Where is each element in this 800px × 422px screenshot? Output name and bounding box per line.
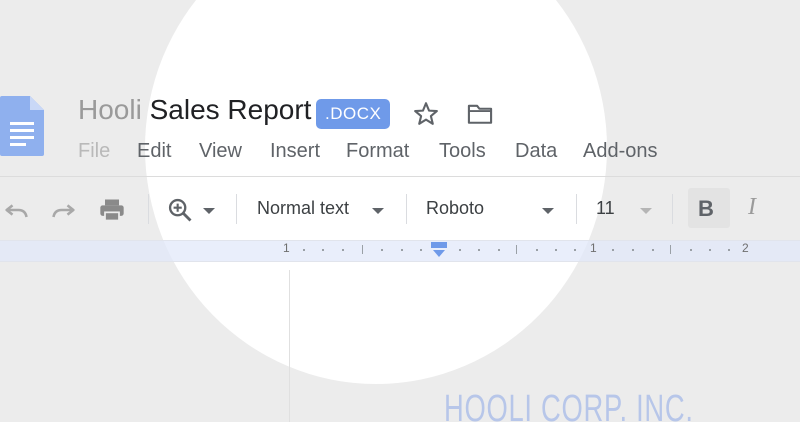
zoom-in-icon[interactable] <box>166 196 194 224</box>
menu-tools[interactable]: Tools <box>439 140 486 164</box>
ruler-dot <box>612 249 614 251</box>
redo-icon[interactable] <box>50 196 78 224</box>
horizontal-ruler[interactable] <box>0 240 800 262</box>
menu-file[interactable]: File <box>78 140 110 164</box>
menu-insert[interactable]: Insert <box>270 140 320 164</box>
zoom-dropdown-caret[interactable] <box>203 208 215 214</box>
toolbar-divider <box>0 176 800 177</box>
ruler-dot <box>401 249 403 251</box>
toolbar-separator <box>406 194 407 224</box>
ruler-dot <box>459 249 461 251</box>
menu-format[interactable]: Format <box>346 140 409 164</box>
star-outline-icon[interactable] <box>412 100 440 128</box>
ruler-label: 1 <box>283 241 290 255</box>
file-format-badge: .DOCX <box>316 99 391 129</box>
bold-label: B <box>698 196 714 221</box>
menu-edit[interactable]: Edit <box>137 140 171 164</box>
ruler-tick <box>516 245 517 254</box>
menu-data[interactable]: Data <box>515 140 557 164</box>
ruler-dot <box>381 249 383 251</box>
title-main: Sales Report <box>149 94 312 125</box>
ruler-dot <box>342 249 344 251</box>
undo-icon[interactable] <box>2 196 30 224</box>
folder-icon[interactable] <box>466 100 494 128</box>
size-dropdown-caret[interactable] <box>640 208 652 214</box>
ruler-label: 2 <box>742 241 749 255</box>
title-prefix: Hooli <box>78 94 142 125</box>
ruler-label: 1 <box>590 241 597 255</box>
ruler-dot <box>498 249 500 251</box>
toolbar-separator <box>148 194 149 224</box>
ruler-dot <box>709 249 711 251</box>
ruler-dot <box>555 249 557 251</box>
ruler-tick <box>362 245 363 254</box>
ruler-dot <box>574 249 576 251</box>
menu-view[interactable]: View <box>199 140 242 164</box>
docs-file-icon[interactable] <box>0 96 44 156</box>
ruler-tick <box>670 245 671 254</box>
ruler-dot <box>478 249 480 251</box>
ruler-dot <box>420 249 422 251</box>
font-dropdown-caret[interactable] <box>542 208 554 214</box>
ruler-dot <box>632 249 634 251</box>
print-icon[interactable] <box>98 196 126 224</box>
left-indent-marker[interactable] <box>431 242 447 248</box>
style-dropdown-caret[interactable] <box>372 208 384 214</box>
document-heading: HOOLI CORP. INC. <box>444 388 694 422</box>
ruler-dot <box>690 249 692 251</box>
toolbar-separator <box>672 194 673 224</box>
first-line-indent-marker[interactable] <box>433 250 445 257</box>
ruler-dot <box>652 249 654 251</box>
menu-add-ons[interactable]: Add-ons <box>583 140 658 164</box>
italic-button[interactable]: I <box>748 194 756 221</box>
toolbar-separator <box>236 194 237 224</box>
toolbar-separator <box>576 194 577 224</box>
font-family-select[interactable]: Roboto <box>426 198 484 222</box>
document-title[interactable]: Hooli Sales Report <box>78 94 311 126</box>
docs-editor-window: Hooli Sales Report .DOCX File Edit View … <box>0 0 800 422</box>
ruler-dot <box>728 249 730 251</box>
ruler-dot <box>322 249 324 251</box>
page-left-margin <box>289 270 290 422</box>
font-size-select[interactable]: 11 <box>596 198 615 222</box>
ruler-dot <box>303 249 305 251</box>
ruler-dot <box>536 249 538 251</box>
paragraph-style-select[interactable]: Normal text <box>257 198 349 222</box>
